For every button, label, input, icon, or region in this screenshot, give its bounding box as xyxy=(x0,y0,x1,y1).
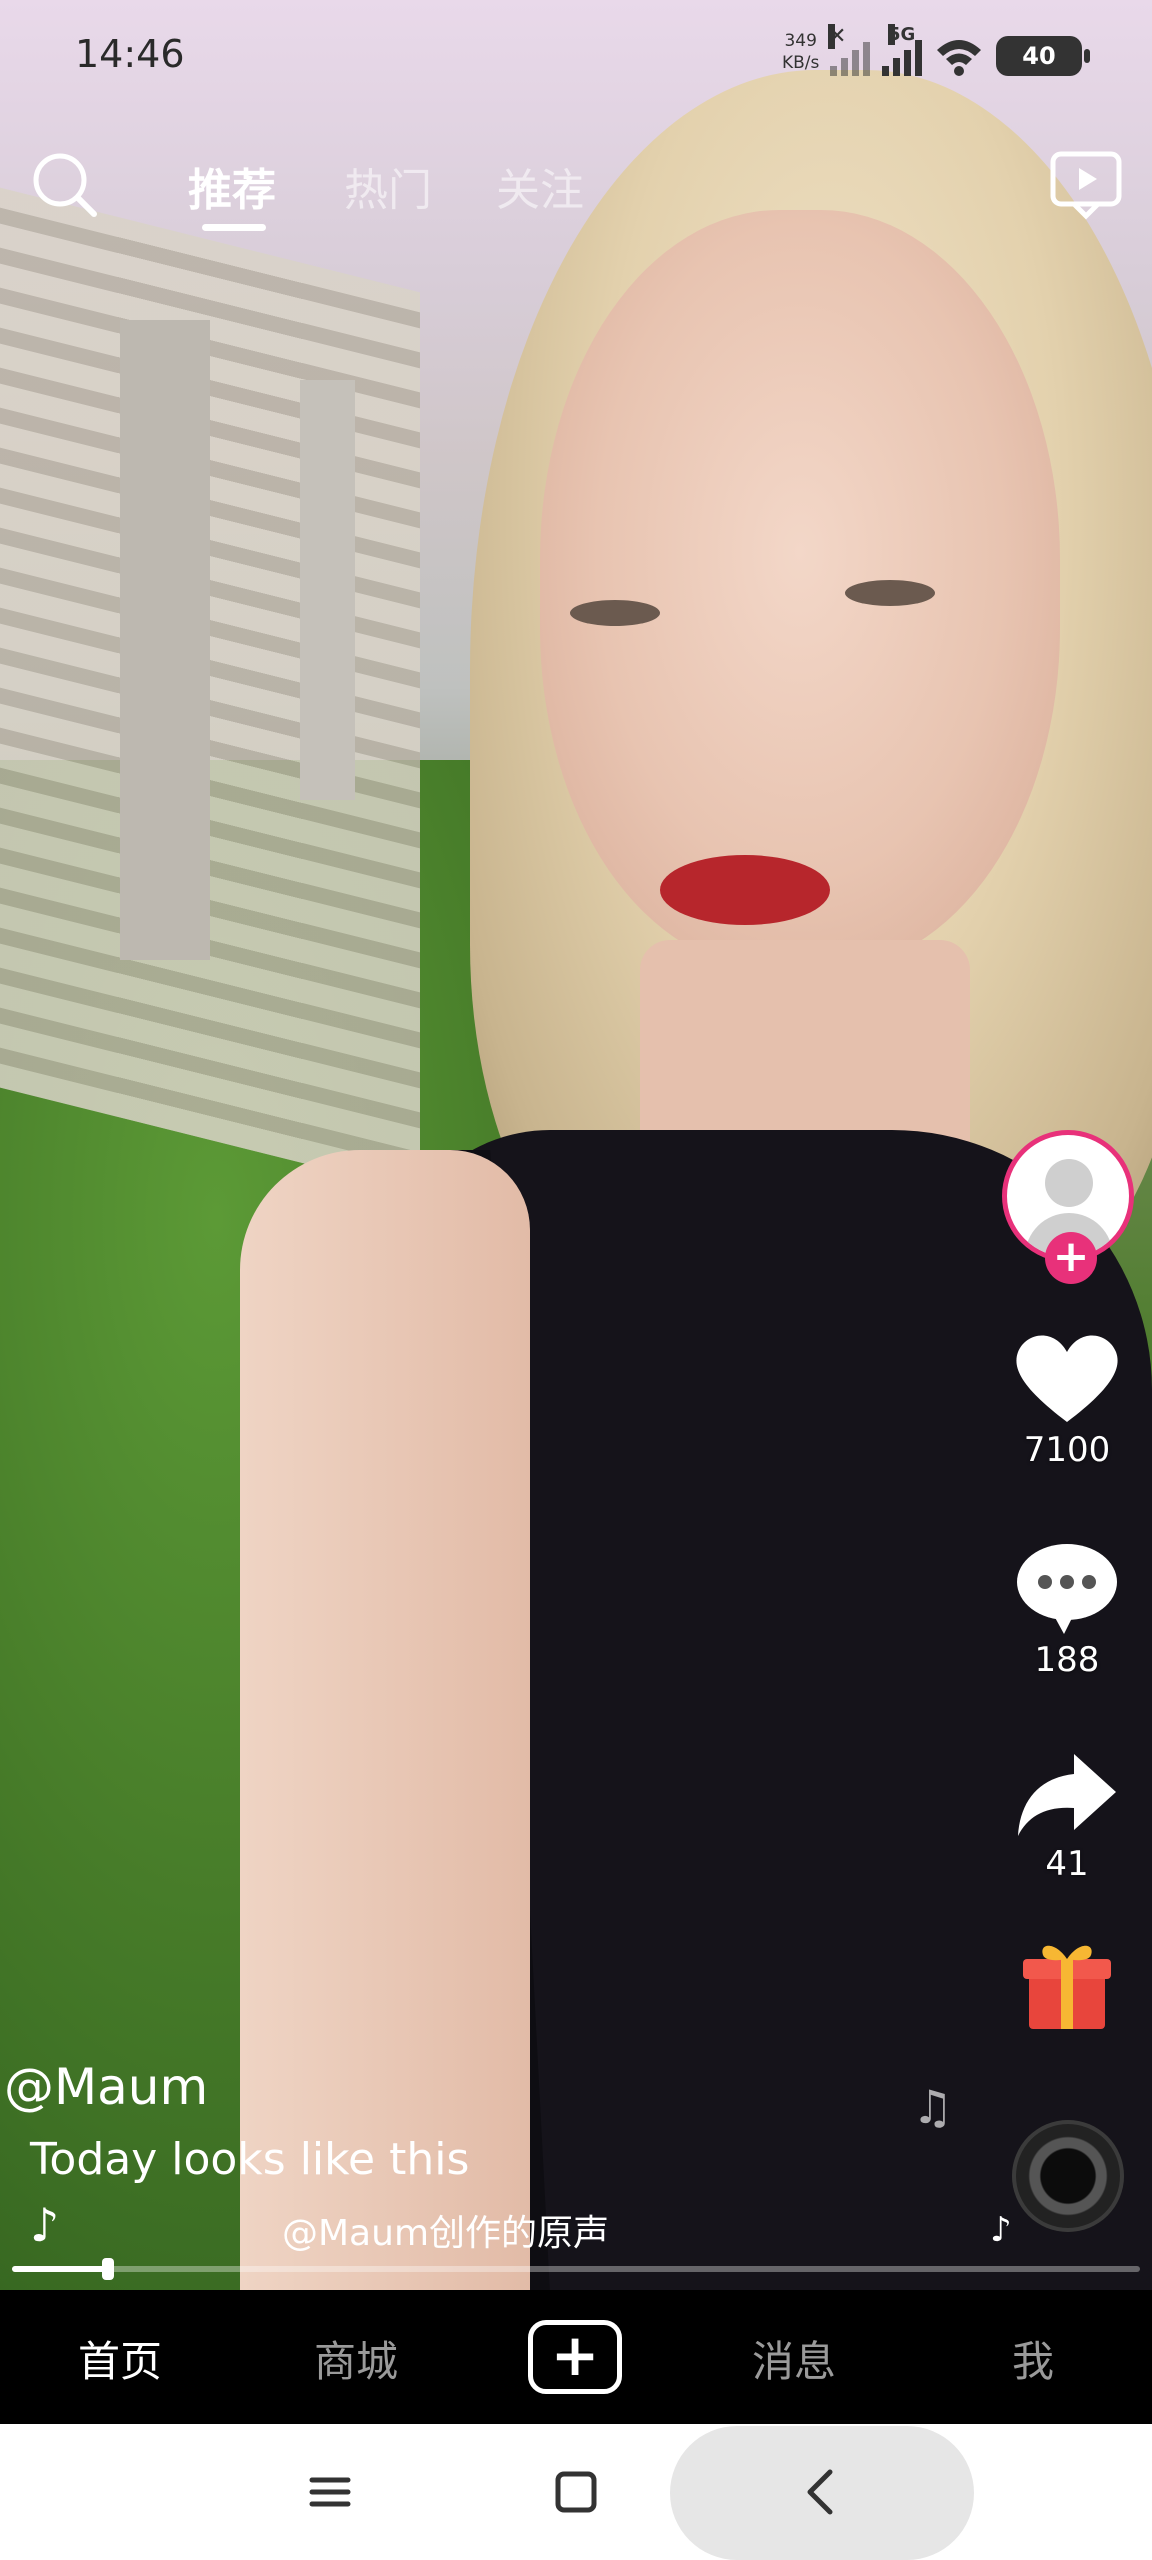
follow-plus-icon[interactable]: + xyxy=(1045,1232,1097,1284)
comment-icon xyxy=(1017,1544,1117,1634)
system-nav-bar xyxy=(0,2424,1152,2560)
create-plus-icon: + xyxy=(550,2321,600,2389)
active-tab-indicator xyxy=(202,224,266,231)
live-tv-icon[interactable] xyxy=(1048,146,1124,222)
bottom-nav: 首页 商城 + 消息 我 xyxy=(0,2290,1152,2424)
music-disc-icon[interactable] xyxy=(1012,2120,1124,2232)
nav-home[interactable]: 首页 xyxy=(78,2328,162,2389)
gift-icon xyxy=(1023,1945,1111,2029)
like-button[interactable]: 7100 xyxy=(982,1330,1152,1470)
battery-icon: 40 xyxy=(996,36,1090,76)
status-icons: ✕ 5G 40 xyxy=(828,24,1090,76)
video-person-lips xyxy=(660,855,830,925)
video-description: Today looks like this xyxy=(30,2134,470,2185)
network-type-label: 5G xyxy=(888,24,916,45)
video-person-eye xyxy=(845,580,935,606)
no-signal-icon: ✕ xyxy=(828,24,870,76)
music-note-icon: ♫ xyxy=(912,2080,954,2134)
tab-following[interactable]: 关注 xyxy=(496,154,584,218)
video-progress-handle[interactable] xyxy=(101,2258,114,2280)
comment-button[interactable]: 188 xyxy=(982,1540,1152,1680)
search-icon[interactable] xyxy=(30,150,100,220)
video-scene-pillar xyxy=(300,380,355,800)
share-icon xyxy=(1018,1754,1116,1836)
sound-title[interactable]: @Maum创作的原声 xyxy=(282,2204,609,2256)
signal-icon: 5G xyxy=(882,24,922,76)
menu-icon[interactable] xyxy=(300,2462,360,2522)
app-screen: 14:46 349 KB/s ✕ 5G 40 推荐 热门 关注 + 7100 1… xyxy=(0,0,1152,2560)
battery-level: 40 xyxy=(1022,42,1056,70)
network-speed-value: 349 xyxy=(784,31,817,51)
status-bar: 14:46 349 KB/s ✕ 5G 40 xyxy=(0,0,1152,110)
share-count: 41 xyxy=(1045,1844,1089,1884)
video-progress-bar[interactable] xyxy=(12,2258,1140,2280)
tab-trending[interactable]: 热门 xyxy=(344,154,432,218)
heart-icon xyxy=(1016,1335,1118,1422)
video-person-arm xyxy=(240,1150,530,2290)
video-scene-building xyxy=(0,187,420,1193)
nav-messages[interactable]: 消息 xyxy=(752,2328,836,2389)
video-progress-fill xyxy=(12,2266,108,2272)
top-nav: 推荐 热门 关注 xyxy=(0,140,1152,250)
music-icon: ♪ xyxy=(30,2198,60,2252)
like-count: 7100 xyxy=(1023,1430,1111,1470)
nav-me[interactable]: 我 xyxy=(1012,2328,1054,2389)
video-scene-pillar xyxy=(120,320,210,960)
create-button[interactable]: + xyxy=(528,2320,622,2394)
gift-button[interactable] xyxy=(982,1935,1152,2035)
comment-count: 188 xyxy=(1034,1640,1100,1680)
video-person-face xyxy=(540,210,1060,970)
music-note-small-icon: ♪ xyxy=(990,2210,1012,2250)
wifi-icon xyxy=(937,40,981,76)
back-icon[interactable] xyxy=(792,2462,852,2522)
status-time: 14:46 xyxy=(75,32,185,76)
network-speed: 349 KB/s xyxy=(782,30,819,74)
author-name[interactable]: @Maum xyxy=(4,2058,208,2116)
nav-mall[interactable]: 商城 xyxy=(314,2328,398,2389)
share-button[interactable]: 41 xyxy=(982,1750,1152,1884)
home-square-icon[interactable] xyxy=(546,2462,606,2522)
video-player[interactable] xyxy=(0,0,1152,2290)
video-person-eye xyxy=(570,600,660,626)
tab-recommend[interactable]: 推荐 xyxy=(188,154,276,218)
network-speed-unit: KB/s xyxy=(782,53,820,73)
